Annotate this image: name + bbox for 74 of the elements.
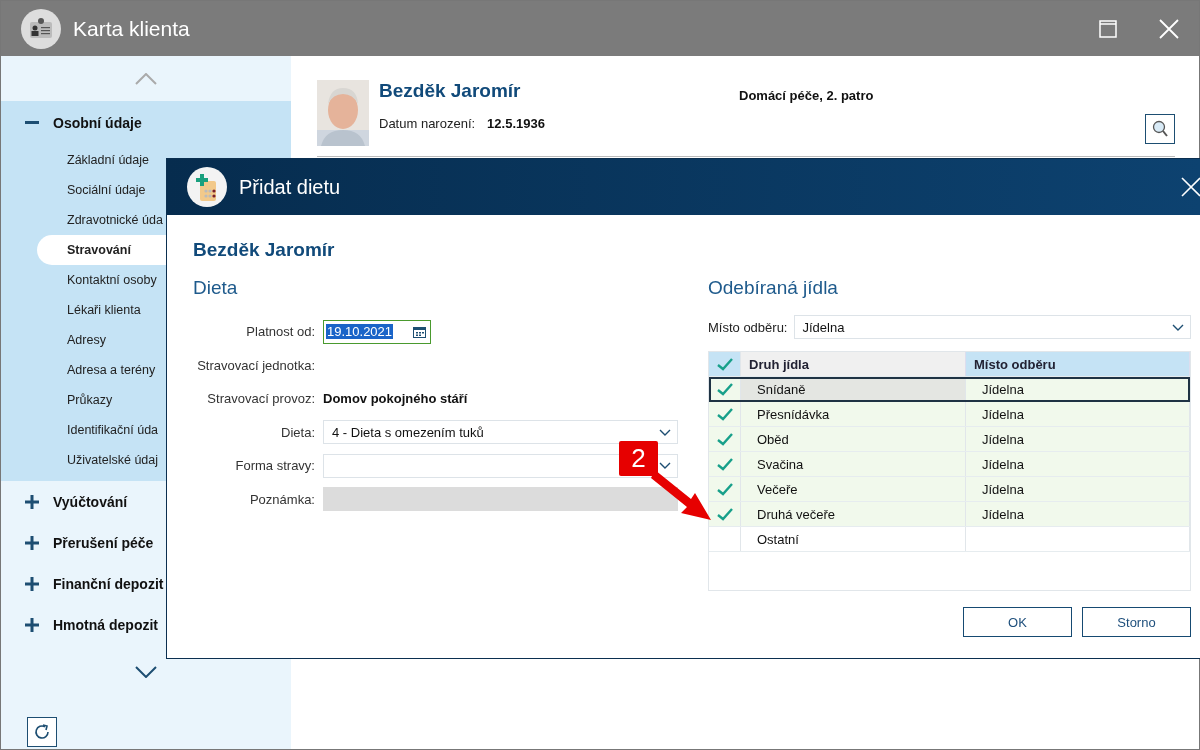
collapse-icon[interactable] — [25, 121, 39, 125]
table-cell: Večeře — [741, 477, 966, 501]
birth-date-label: Datum narození: — [379, 116, 476, 131]
expand-icon[interactable] — [25, 494, 39, 509]
table-row[interactable]: Svačina Jídelna — [709, 452, 1190, 477]
refresh-icon — [33, 723, 51, 741]
section-heading: Dieta — [193, 277, 239, 299]
table-cell: Svačina — [741, 452, 966, 476]
field-label: Dieta: — [280, 424, 315, 440]
expand-icon[interactable] — [25, 617, 39, 632]
table-cell: Jídelna — [966, 402, 1190, 426]
check-icon[interactable] — [716, 457, 733, 471]
dropdown[interactable]: Jídelna — [793, 315, 1191, 339]
table-cell: Jídelna — [966, 377, 1190, 401]
table-cell: Snídaně — [741, 377, 966, 401]
birth-date: 12.5.1936 — [487, 116, 545, 131]
step-badge: 2 — [619, 441, 658, 476]
check-icon[interactable] — [716, 357, 733, 371]
field-label: Stravovací provoz: — [206, 391, 315, 407]
sidebar-section[interactable]: Vyúčtování — [53, 493, 128, 510]
column-header[interactable]: Druh jídla — [741, 352, 966, 376]
window-title: Karta klienta — [73, 16, 191, 41]
field-value: Domov pokojného stáří — [323, 391, 468, 407]
table-cell: Jídelna — [966, 427, 1190, 451]
table-row[interactable]: Přesnídávka Jídelna — [709, 402, 1190, 427]
check-icon[interactable] — [716, 407, 733, 421]
sidebar-section[interactable]: Přerušení péče — [53, 534, 154, 551]
table-cell: Přesnídávka — [741, 402, 966, 426]
expand-icon[interactable] — [25, 576, 39, 591]
dialog-title: Přidat dietu — [239, 175, 342, 199]
table-cell: Jídelna — [966, 477, 1190, 501]
table-cell: Druhá večeře — [741, 502, 966, 526]
field-label: Poznámka: — [248, 491, 315, 507]
check-icon[interactable] — [716, 382, 733, 396]
scroll-down-icon[interactable] — [135, 666, 157, 678]
check-icon[interactable] — [716, 432, 733, 446]
section-heading: Odebíraná jídla — [708, 277, 839, 299]
date-field[interactable]: 19.10.2021 — [323, 319, 431, 344]
ok-button[interactable]: OK — [963, 607, 1072, 637]
close-icon[interactable] — [1181, 177, 1200, 197]
table-row[interactable]: Druhá večeře Jídelna — [709, 502, 1190, 527]
field-label: Forma stravy: — [234, 458, 315, 474]
check-icon[interactable] — [716, 507, 733, 521]
caret-icon — [659, 428, 671, 436]
field-label: Stravovací jednotka: — [196, 357, 315, 373]
expand-icon[interactable] — [25, 535, 39, 550]
sidebar-section[interactable]: Osobní údaje — [53, 115, 142, 131]
field-label: Místo odběru: — [708, 319, 788, 335]
table-cell: Ostatní — [741, 527, 966, 551]
input-field[interactable] — [323, 487, 678, 512]
check-icon[interactable] — [716, 482, 733, 496]
table-row[interactable]: Večeře Jídelna — [709, 477, 1190, 502]
calendar-icon[interactable] — [413, 325, 426, 338]
field-label: Platnost od: — [245, 324, 315, 340]
sidebar-section[interactable]: Hmotná depozit — [53, 616, 158, 633]
table-cell: Oběd — [741, 427, 966, 451]
table-row[interactable]: Oběd Jídelna — [709, 427, 1190, 452]
maximize-icon[interactable] — [1099, 19, 1117, 38]
table-cell: Jídelna — [966, 502, 1190, 526]
id-card-icon — [21, 8, 61, 49]
caret-icon — [1172, 323, 1184, 331]
dropdown[interactable]: 4 - Dieta s omezením tuků — [323, 420, 678, 445]
search-button[interactable] — [1145, 114, 1175, 144]
caret-icon — [659, 462, 671, 470]
client-name: Bezděk Jaromír — [379, 80, 522, 102]
refresh-button[interactable] — [27, 717, 57, 747]
diet-calculator-icon — [187, 167, 227, 207]
table-row[interactable]: Snídaně Jídelna — [709, 377, 1190, 402]
cancel-button[interactable]: Storno — [1082, 607, 1191, 637]
sidebar-section[interactable]: Finanční depozit — [53, 575, 164, 592]
table-row[interactable]: Ostatní — [709, 527, 1190, 552]
search-icon — [1151, 120, 1169, 138]
table-cell: Jídelna — [966, 452, 1190, 476]
client-location: Domácí péče, 2. patro — [739, 88, 875, 105]
